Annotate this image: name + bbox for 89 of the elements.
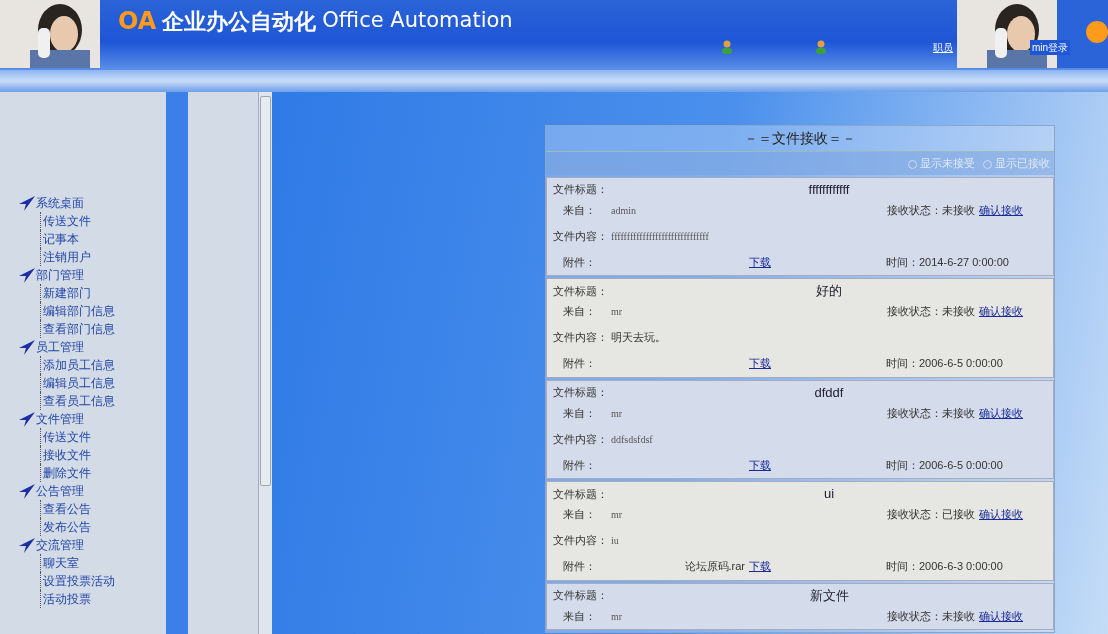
file-time: 时间：2006-6-5 0:00:00 <box>886 356 1003 372</box>
menu-item[interactable]: 查看部门信息 <box>41 320 115 338</box>
menu-group[interactable]: 交流管理 <box>36 536 84 554</box>
menu-item[interactable]: 编辑部门信息 <box>41 302 115 320</box>
field-label: 文件标题： <box>553 385 609 400</box>
menu-item[interactable]: 删除文件 <box>41 464 91 482</box>
field-label: 文件标题： <box>553 486 609 502</box>
menu-item[interactable]: 新建部门 <box>41 284 91 302</box>
field-label: 附件： <box>562 457 597 473</box>
file-title: ffffffffffff <box>807 180 851 199</box>
file-time: 时间：2006-6-5 0:00:00 <box>886 457 1003 473</box>
receive-status: 接收状态：未接收 <box>887 405 975 421</box>
app-subtitle: Office Automation <box>322 7 513 35</box>
file-title: dfddf <box>813 383 845 402</box>
field-label: 文件标题： <box>553 588 609 603</box>
arrow-icon <box>18 195 36 211</box>
sender: mr <box>611 305 623 319</box>
receive-status: 接收状态：未接收 <box>887 304 975 320</box>
menu-item[interactable]: 记事本 <box>41 230 79 248</box>
menu-group[interactable]: 系统桌面 <box>36 194 84 212</box>
menu-item[interactable]: 活动投票 <box>41 590 91 608</box>
menu-item[interactable]: 发布公告 <box>41 518 91 536</box>
confirm-link[interactable]: 确认接收 <box>979 607 1023 625</box>
sender: mr <box>611 609 623 624</box>
confirm-link[interactable]: 确认接收 <box>979 303 1023 320</box>
download-link[interactable]: 下载 <box>749 558 771 575</box>
confirm-link[interactable]: 确认接收 <box>979 201 1023 219</box>
header-link[interactable]: min登录 <box>1030 40 1071 55</box>
receive-status: 接收状态：未接收 <box>887 202 975 218</box>
menu-group[interactable]: 文件管理 <box>36 410 84 428</box>
user-icon <box>815 40 827 54</box>
panel-title: －＝文件接收＝－ <box>546 126 1054 152</box>
menu-item[interactable]: 编辑员工信息 <box>41 374 115 392</box>
field-label: 文件标题： <box>553 182 609 197</box>
menu-item[interactable]: 查看公告 <box>41 500 91 518</box>
confirm-link[interactable]: 确认接收 <box>979 404 1023 422</box>
field-label: 文件内容： <box>553 533 609 549</box>
file-content: ddfsdsfdsf <box>611 432 654 447</box>
menu-item[interactable]: 添加员工信息 <box>41 356 115 374</box>
app-title: 企业办公自动化 <box>162 7 317 36</box>
logo: OA <box>118 6 157 37</box>
file-time: 时间：2006-6-3 0:00:00 <box>886 559 1003 575</box>
field-label: 附件： <box>562 356 597 372</box>
file-title: ui <box>822 485 836 503</box>
field-label: 文件内容： <box>553 431 609 447</box>
menu-item[interactable]: 设置投票活动 <box>41 572 115 590</box>
arrow-icon <box>18 411 36 427</box>
file-title: 好的 <box>815 282 843 300</box>
field-label: 文件内容： <box>553 228 609 244</box>
field-label: 来自： <box>562 507 597 523</box>
menu-group[interactable]: 公告管理 <box>36 482 84 500</box>
file-content: iu <box>611 534 620 548</box>
field-label: 文件标题： <box>553 283 609 299</box>
field-label: 来自： <box>562 405 597 421</box>
field-label: 附件： <box>562 559 597 575</box>
file-title: 新文件 <box>808 586 850 605</box>
field-label: 来自： <box>562 608 597 624</box>
scrollbar[interactable] <box>258 92 272 634</box>
sender: admin <box>611 203 636 218</box>
menu-item[interactable]: 传送文件 <box>41 428 91 446</box>
attachment-name: 论坛原码.rar <box>684 559 745 575</box>
menu-group[interactable]: 员工管理 <box>36 338 84 356</box>
sender: mr <box>611 508 623 522</box>
confirm-link[interactable]: 确认接收 <box>979 506 1023 523</box>
field-label: 文件内容： <box>553 330 609 346</box>
menu-item[interactable]: 查看员工信息 <box>41 392 115 410</box>
menu-item[interactable]: 传送文件 <box>41 212 91 230</box>
arrow-icon <box>18 267 36 283</box>
field-label: 来自： <box>562 304 597 320</box>
field-label: 来自： <box>562 202 597 218</box>
menu-group[interactable]: 部门管理 <box>36 266 84 284</box>
download-link[interactable]: 下载 <box>749 456 771 474</box>
file-time: 时间：2014-6-27 0:00:00 <box>886 254 1009 270</box>
field-label: 附件： <box>562 254 597 270</box>
arrow-icon <box>18 483 36 499</box>
menu-item[interactable]: 聊天室 <box>41 554 79 572</box>
menu-item[interactable]: 注销用户 <box>41 248 91 266</box>
arrow-icon <box>18 339 36 355</box>
file-content: 明天去玩。 <box>611 330 667 346</box>
sender: mr <box>611 406 623 421</box>
download-link[interactable]: 下载 <box>749 355 771 372</box>
download-link[interactable]: 下载 <box>749 253 771 271</box>
receive-status: 接收状态：未接收 <box>887 608 975 624</box>
header-link[interactable]: 职员 <box>933 40 953 55</box>
menu-item[interactable]: 接收文件 <box>41 446 91 464</box>
receive-status: 接收状态：已接收 <box>887 507 975 523</box>
file-content: fffffffffffffffffffffffffffffff <box>611 229 710 244</box>
user-icon <box>721 40 733 54</box>
arrow-icon <box>18 537 36 553</box>
